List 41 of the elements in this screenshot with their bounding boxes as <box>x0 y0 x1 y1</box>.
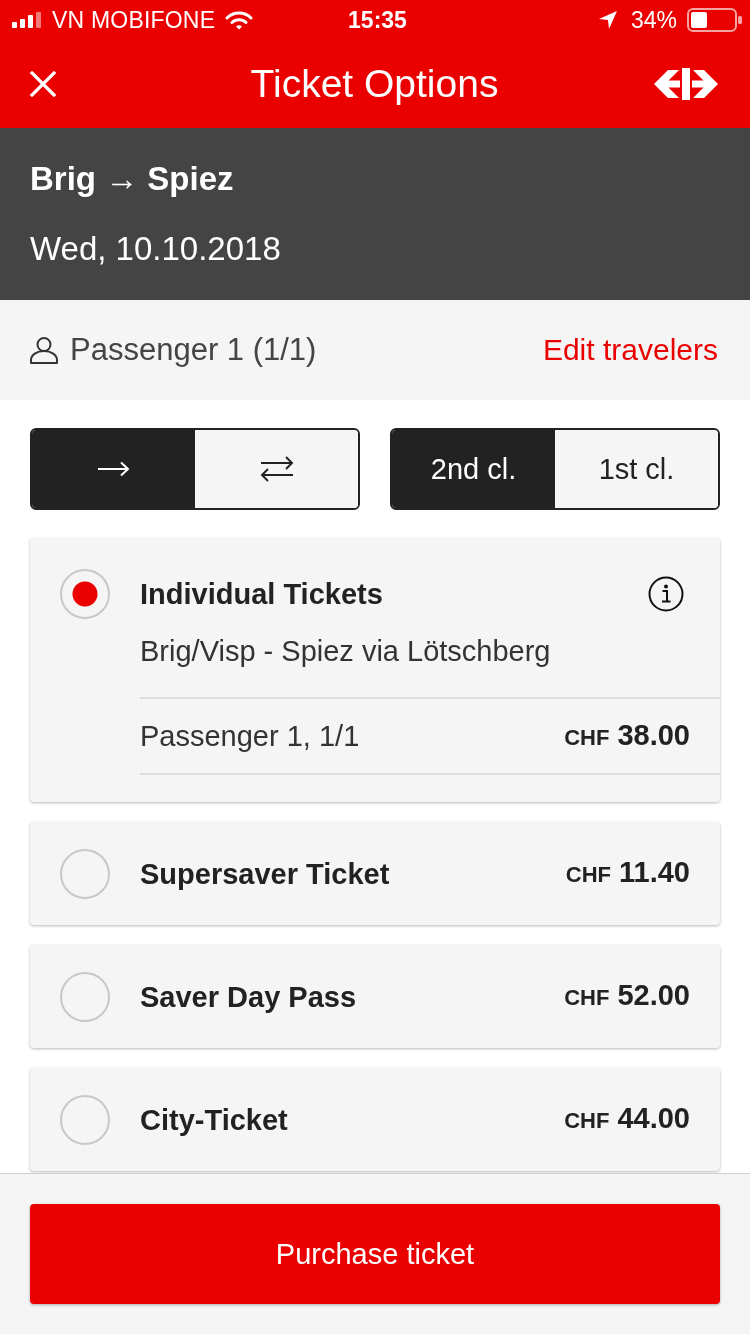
radio-button[interactable] <box>60 569 110 619</box>
ticket-price: CHF 44.00 <box>564 1101 690 1136</box>
edit-travelers-link[interactable]: Edit travelers <box>542 330 718 370</box>
passenger-summary: Passenger 1 (1/1) <box>70 331 317 369</box>
location-arrow-icon <box>598 11 617 29</box>
wifi-icon <box>225 10 254 30</box>
ticket-option-card[interactable]: Individual Tickets Brig/Visp - Spiez via Lötschberg Passenger 1, 1/1 CHF 38.00 <box>30 538 720 802</box>
ticket-option-card[interactable]: Saver Day Pass CHF 52.00 <box>30 945 720 1048</box>
screen-title: Ticket Options <box>250 61 499 107</box>
ticket-price: CHF 38.00 <box>564 717 690 753</box>
clock-time: 15:35 <box>348 6 407 34</box>
carrier-name: VN MOBIFONE <box>52 6 216 34</box>
travel-date: Wed, 10.10.2018 <box>30 229 282 269</box>
class-segment[interactable]: 1st cl. <box>555 430 718 508</box>
person-icon <box>30 336 58 364</box>
class-segment[interactable]: 2nd cl. <box>392 430 555 508</box>
info-icon[interactable] <box>648 576 684 612</box>
battery-icon <box>687 8 743 32</box>
cross-arrows-logo-icon <box>653 68 719 100</box>
ticket-route: Brig/Visp - Spiez via Lötschberg <box>140 634 552 669</box>
close-icon[interactable] <box>30 71 56 97</box>
radio-button[interactable] <box>60 971 110 1022</box>
ticket-price: CHF 52.00 <box>564 978 690 1013</box>
ticket-name: Supersaver Ticket <box>140 856 390 892</box>
battery-percent: 34% <box>630 6 677 34</box>
route-title: Brig → Spiez <box>30 159 235 199</box>
ticket-option-card[interactable]: City-Ticket CHF 44.00 <box>30 1068 720 1171</box>
ticket-price: CHF 11.40 <box>565 855 690 890</box>
trip-type-segment[interactable] <box>195 430 358 508</box>
passenger-fare-label: Passenger 1, 1/1 <box>140 719 360 754</box>
ticket-name: Individual Tickets <box>140 577 383 612</box>
ticket-name: City-Ticket <box>140 1102 288 1138</box>
ticket-name: Saver Day Pass <box>140 979 357 1015</box>
purchase-ticket-button[interactable]: Purchase ticket <box>30 1204 720 1304</box>
radio-button[interactable] <box>60 1094 110 1145</box>
swap-arrows-icon <box>259 456 294 482</box>
trip-type-segment[interactable] <box>32 430 195 508</box>
radio-button[interactable] <box>60 848 110 899</box>
right-arrow-icon <box>97 461 130 477</box>
ticket-option-card[interactable]: Supersaver Ticket CHF 11.40 <box>30 822 720 925</box>
signal-icon <box>12 12 42 28</box>
